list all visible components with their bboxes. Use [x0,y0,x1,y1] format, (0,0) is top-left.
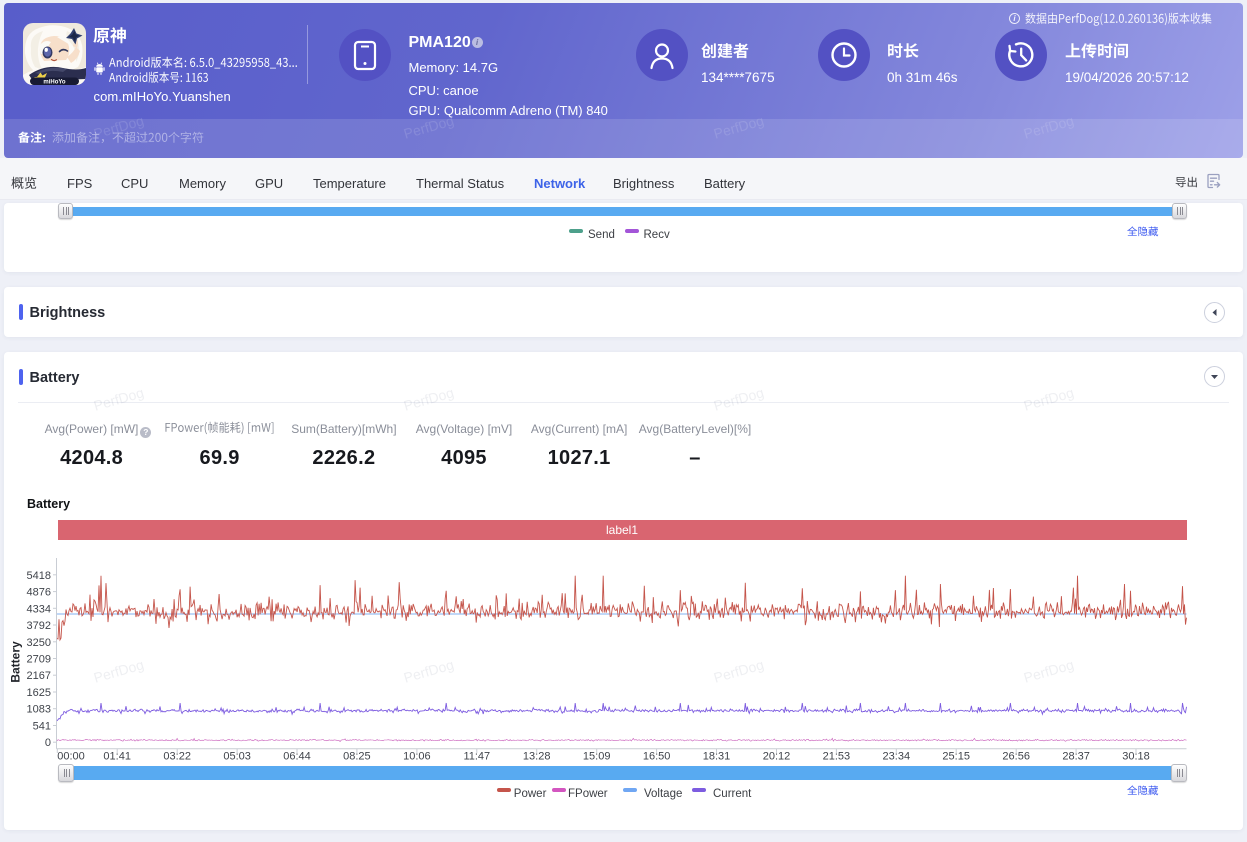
svg-text:13:28: 13:28 [523,751,551,763]
svg-text:28:37: 28:37 [1062,751,1090,763]
svg-text:01:41: 01:41 [103,751,131,763]
svg-text:16:50: 16:50 [643,751,671,763]
svg-text:541: 541 [33,721,51,733]
svg-text:21:53: 21:53 [823,751,851,763]
svg-text:5418: 5418 [27,570,51,582]
svg-text:26:56: 26:56 [1002,751,1030,763]
svg-text:25:15: 25:15 [942,751,970,763]
svg-text:15:09: 15:09 [583,751,611,763]
svg-text:2709: 2709 [27,654,51,666]
svg-text:0: 0 [45,737,51,749]
svg-text:1083: 1083 [27,704,51,716]
svg-text:miHoYo: miHoYo [43,80,66,85]
svg-text:10:06: 10:06 [403,751,431,763]
svg-text:1625: 1625 [27,687,51,699]
svg-text:3792: 3792 [27,620,51,632]
svg-text:4334: 4334 [27,603,51,615]
svg-text:30:18: 30:18 [1122,751,1150,763]
svg-text:4876: 4876 [27,587,51,599]
svg-text:2167: 2167 [27,670,51,682]
svg-text:23:34: 23:34 [883,751,911,763]
svg-text:05:03: 05:03 [223,751,251,763]
svg-text:06:44: 06:44 [283,751,311,763]
svg-text:Battery: Battery [9,641,23,683]
svg-text:08:25: 08:25 [343,751,371,763]
svg-text:00:00: 00:00 [57,751,85,763]
svg-text:03:22: 03:22 [163,751,191,763]
svg-text:3250: 3250 [27,637,51,649]
svg-text:11:47: 11:47 [463,751,490,763]
svg-text:20:12: 20:12 [763,751,791,763]
svg-text:18:31: 18:31 [703,751,731,763]
